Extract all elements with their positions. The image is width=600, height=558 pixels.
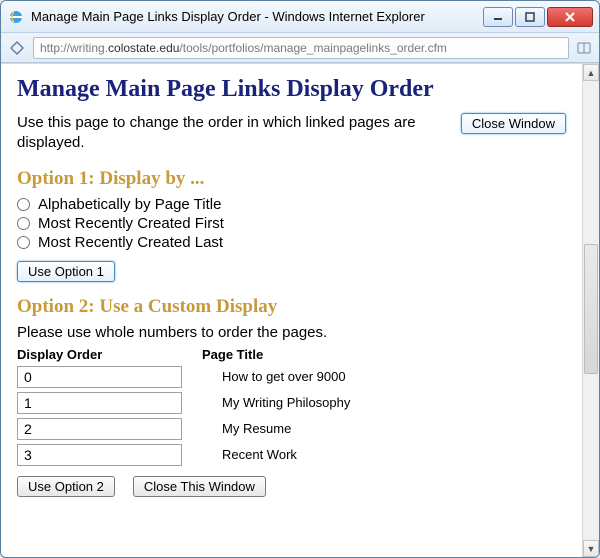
order-input[interactable] [17, 418, 182, 440]
page-title-cell: My Resume [202, 421, 566, 436]
option2-heading: Option 2: Use a Custom Display [17, 296, 566, 318]
titlebar: Manage Main Page Links Display Order - W… [1, 1, 599, 33]
option2-instructions: Please use whole numbers to order the pa… [17, 324, 566, 341]
page-title-cell: How to get over 9000 [202, 369, 566, 384]
col-page-title: Page Title [202, 347, 566, 362]
page-content: Manage Main Page Links Display Order Use… [1, 64, 582, 557]
table-row: My Writing Philosophy [17, 392, 566, 414]
url-input[interactable]: http://writing.colostate.edu/tools/portf… [33, 37, 569, 59]
viewport: Manage Main Page Links Display Order Use… [1, 63, 599, 557]
radio-recent-first[interactable] [17, 217, 30, 230]
url-host: colostate.edu [108, 41, 179, 55]
use-option1-button[interactable]: Use Option 1 [17, 261, 115, 282]
table-row: My Resume [17, 418, 566, 440]
use-option2-button[interactable]: Use Option 2 [17, 476, 115, 497]
scroll-thumb[interactable] [584, 244, 598, 374]
close-window-button[interactable]: Close Window [461, 113, 566, 134]
url-path: /tools/portfolios/manage_mainpagelinks_o… [179, 41, 446, 55]
radio-alpha[interactable] [17, 198, 30, 211]
compat-view-icon[interactable] [575, 39, 593, 57]
option1-choice[interactable]: Most Recently Created Last [17, 234, 566, 251]
close-this-window-button[interactable]: Close This Window [133, 476, 266, 497]
vertical-scrollbar[interactable]: ▲ ▼ [582, 64, 599, 557]
ie-logo-icon [7, 8, 25, 26]
table-header: Display Order Page Title [17, 347, 566, 362]
order-input[interactable] [17, 366, 182, 388]
page-title-cell: My Writing Philosophy [202, 395, 566, 410]
scroll-up-arrow[interactable]: ▲ [583, 64, 599, 81]
option1-heading: Option 1: Display by ... [17, 168, 566, 190]
address-bar: http://writing.colostate.edu/tools/portf… [1, 33, 599, 63]
minimize-button[interactable] [483, 7, 513, 27]
option1-choice[interactable]: Most Recently Created First [17, 215, 566, 232]
page-title-cell: Recent Work [202, 447, 566, 462]
table-row: How to get over 9000 [17, 366, 566, 388]
radio-label: Most Recently Created First [38, 215, 224, 232]
order-input[interactable] [17, 444, 182, 466]
option1-choice[interactable]: Alphabetically by Page Title [17, 196, 566, 213]
window-controls [481, 7, 593, 27]
order-input[interactable] [17, 392, 182, 414]
close-button[interactable] [547, 7, 593, 27]
radio-label: Most Recently Created Last [38, 234, 223, 251]
radio-recent-last[interactable] [17, 236, 30, 249]
page-icon [7, 38, 27, 58]
browser-window: Manage Main Page Links Display Order - W… [0, 0, 600, 558]
intro-text: Use this page to change the order in whi… [17, 113, 449, 154]
url-prefix: http://writing. [40, 41, 108, 55]
col-display-order: Display Order [17, 347, 202, 362]
maximize-button[interactable] [515, 7, 545, 27]
window-title: Manage Main Page Links Display Order - W… [31, 9, 481, 24]
radio-label: Alphabetically by Page Title [38, 196, 221, 213]
scroll-down-arrow[interactable]: ▼ [583, 540, 599, 557]
page-heading: Manage Main Page Links Display Order [17, 76, 566, 103]
table-row: Recent Work [17, 444, 566, 466]
